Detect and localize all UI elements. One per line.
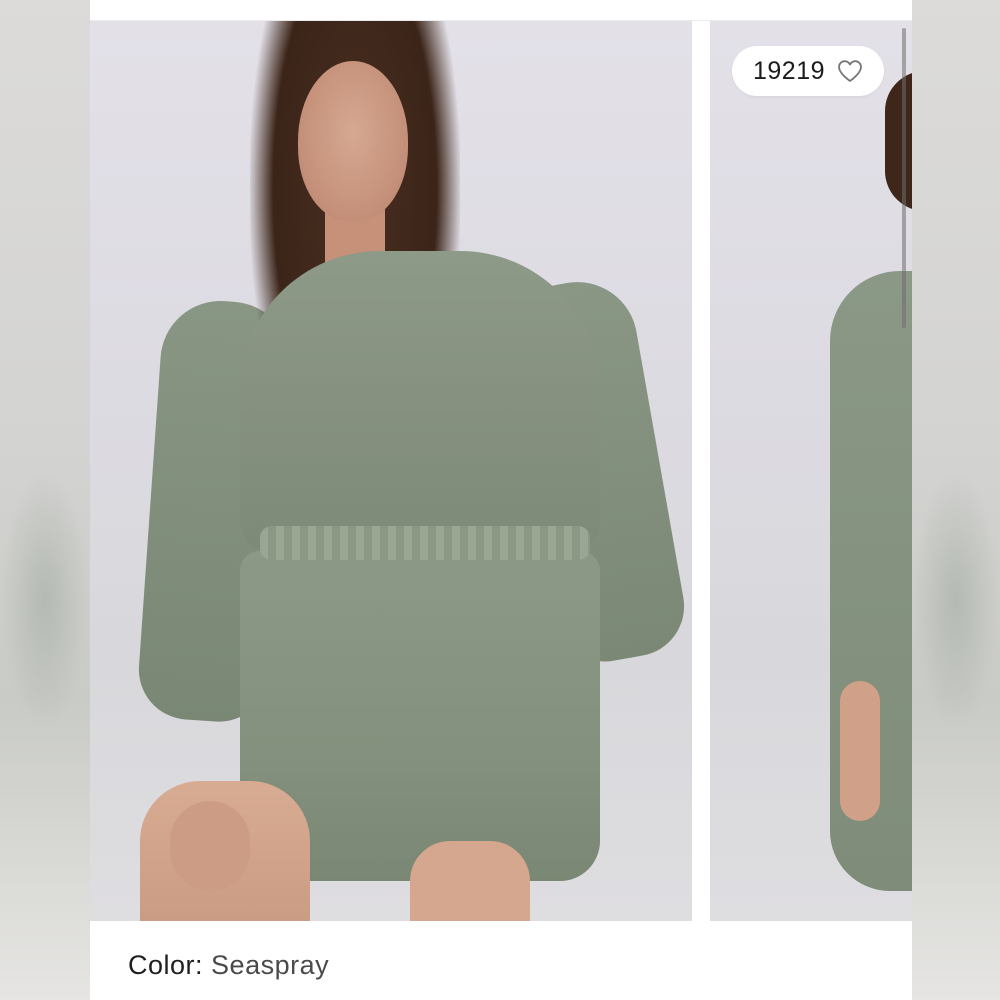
- heart-outline-icon: [838, 60, 862, 82]
- scrollbar[interactable]: [902, 28, 906, 328]
- color-value: Seaspray: [211, 950, 330, 980]
- product-page: 19219 Color: Seaspray: [90, 0, 912, 1000]
- color-label: Color:: [128, 950, 204, 980]
- model-leg-right: [410, 841, 530, 921]
- blurred-backdrop-right: [912, 0, 1000, 1000]
- product-image-main[interactable]: [90, 21, 692, 921]
- like-button[interactable]: 19219: [732, 46, 884, 96]
- model-face: [298, 61, 408, 221]
- product-image-secondary[interactable]: [710, 21, 912, 921]
- dress-bodice: [240, 251, 600, 551]
- dress-waist-ruffle: [260, 526, 590, 560]
- like-count: 19219: [752, 56, 826, 85]
- model-arm-secondary: [840, 681, 880, 821]
- blurred-backdrop-left: [0, 0, 90, 1000]
- top-strip: [90, 0, 912, 21]
- model-hair-secondary: [885, 71, 912, 211]
- color-selection: Color: Seaspray: [128, 950, 329, 981]
- model-hand: [170, 801, 250, 891]
